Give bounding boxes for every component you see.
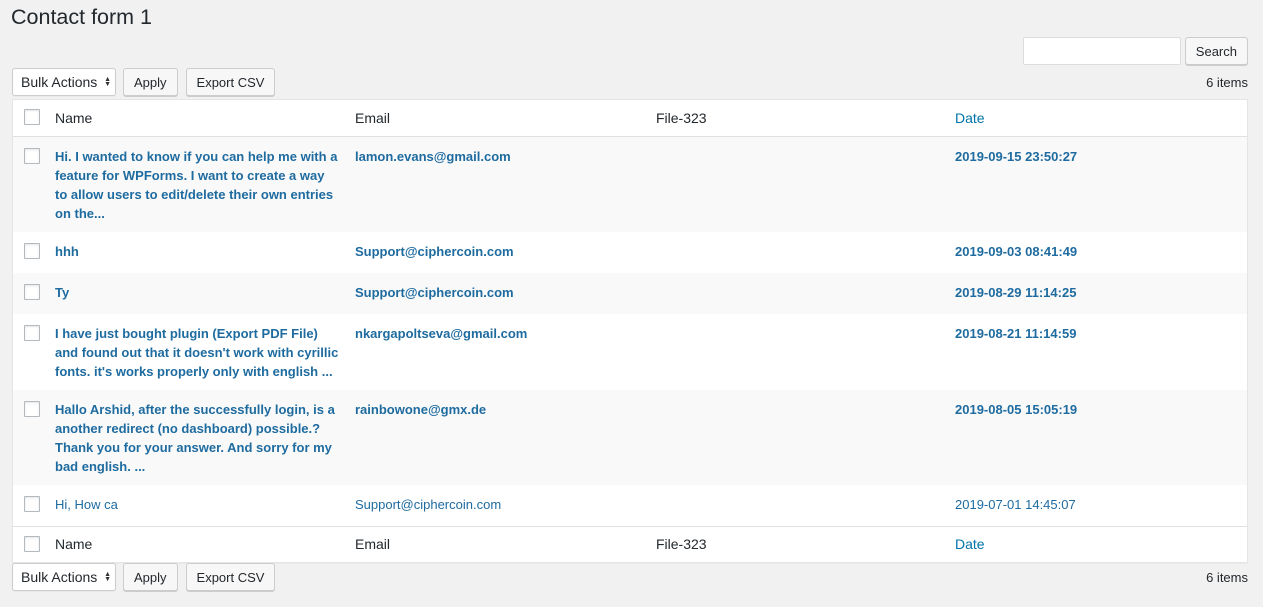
row-checkbox-cell	[13, 314, 55, 390]
entry-email-link[interactable]: Support@ciphercoin.com	[355, 497, 501, 512]
entry-date-link[interactable]: 2019-09-03 08:41:49	[955, 244, 1077, 259]
entry-name-link[interactable]: hhh	[55, 242, 355, 261]
table-row: Ty Support@ciphercoin.com 2019-08-29 11:14…	[13, 272, 1247, 314]
row-checkbox[interactable]	[24, 147, 40, 164]
email-cell: lamon.evans@gmail.com	[355, 136, 656, 232]
date-cell: 2019-07-01 14:45:07	[955, 485, 1247, 527]
row-checkbox[interactable]	[24, 495, 40, 512]
export-csv-button[interactable]: Export CSV	[185, 68, 276, 96]
entry-email-link[interactable]: rainbowone@gmx.de	[355, 402, 486, 417]
entry-date-link[interactable]: 2019-09-15 23:50:27	[955, 149, 1077, 164]
bulk-actions-select[interactable]: Bulk Actions ▲ ▼	[12, 68, 116, 96]
date-cell: 2019-08-21 11:14:59	[955, 314, 1247, 390]
select-all-checkbox-bottom[interactable]	[24, 535, 40, 552]
date-cell: 2019-08-29 11:14:25	[955, 273, 1247, 314]
entry-email-link[interactable]: Support@ciphercoin.com	[355, 244, 514, 259]
file-cell	[656, 485, 955, 527]
tablenav-top: Bulk Actions ▲ ▼ Apply Export CSV 6 items	[12, 68, 1248, 98]
table-row: Hi. I wanted to know if you can help me …	[13, 136, 1247, 232]
name-cell: Ty	[55, 273, 355, 314]
bulk-actions-label: Bulk Actions	[21, 74, 98, 90]
entry-name-link[interactable]: Hi, How ca	[55, 495, 355, 514]
name-cell: Hallo Arshid, after the successfully log…	[55, 390, 355, 485]
row-checkbox-cell	[13, 232, 55, 273]
page-title: Contact form 1	[11, 5, 152, 29]
entry-name-link[interactable]: Hi. I wanted to know if you can help me …	[55, 147, 355, 223]
export-csv-button-bottom[interactable]: Export CSV	[185, 563, 276, 591]
row-checkbox-cell	[13, 136, 55, 232]
file-cell	[656, 314, 955, 390]
apply-button[interactable]: Apply	[123, 68, 178, 96]
items-count: 6 items	[1206, 75, 1248, 90]
entry-name-link[interactable]: Ty	[55, 283, 355, 302]
email-cell: Support@ciphercoin.com	[355, 485, 656, 527]
row-checkbox-cell	[13, 273, 55, 314]
file-cell	[656, 390, 955, 485]
name-cell: Hi. I wanted to know if you can help me …	[55, 136, 355, 232]
column-footer-name: Name	[55, 536, 93, 553]
name-cell: Hi, How ca	[55, 485, 355, 527]
column-footer-file: File-323	[656, 536, 707, 553]
table-row: Hallo Arshid, after the successfully log…	[13, 389, 1247, 485]
table-row: hhh Support@ciphercoin.com 2019-09-03 08:4…	[13, 232, 1247, 273]
select-arrows-icon: ▲ ▼	[104, 571, 111, 583]
row-checkbox[interactable]	[24, 242, 40, 259]
entries-table: Name Email File-323 Date Hi. I wanted to…	[12, 99, 1248, 563]
entry-email-link[interactable]: lamon.evans@gmail.com	[355, 149, 511, 164]
email-cell: rainbowone@gmx.de	[355, 390, 656, 485]
date-cell: 2019-09-03 08:41:49	[955, 232, 1247, 273]
row-checkbox[interactable]	[24, 283, 40, 300]
apply-button-bottom[interactable]: Apply	[123, 563, 178, 591]
email-cell: Support@ciphercoin.com	[355, 232, 656, 273]
column-header-date[interactable]: Date	[955, 110, 985, 126]
table-row: I have just bought plugin (Export PDF Fi…	[13, 314, 1247, 390]
row-checkbox-cell	[13, 485, 55, 527]
file-cell	[656, 273, 955, 314]
table-header-row: Name Email File-323 Date	[13, 100, 1247, 136]
file-cell	[656, 232, 955, 273]
column-header-date-cell: Date	[955, 100, 1247, 136]
column-footer-date[interactable]: Date	[955, 536, 985, 552]
select-all-checkbox[interactable]	[24, 109, 40, 126]
search-input[interactable]	[1022, 37, 1181, 65]
file-cell	[656, 136, 955, 232]
email-cell: Support@ciphercoin.com	[355, 273, 656, 314]
column-header-file: File-323	[656, 109, 707, 126]
email-cell: nkargapoltseva@gmail.com	[355, 314, 656, 390]
entry-date-link[interactable]: 2019-08-05 15:05:19	[955, 402, 1077, 417]
column-footer-email: Email	[355, 536, 391, 553]
date-cell: 2019-08-05 15:05:19	[955, 390, 1247, 485]
name-cell: I have just bought plugin (Export PDF Fi…	[55, 314, 355, 390]
entry-date-link[interactable]: 2019-08-21 11:14:59	[955, 326, 1076, 341]
select-all-cell	[13, 100, 55, 136]
column-footer-date-cell: Date	[955, 526, 1247, 562]
bulk-actions-label-bottom: Bulk Actions	[21, 569, 98, 585]
name-cell: hhh	[55, 232, 355, 273]
entry-date-link[interactable]: 2019-07-01 14:45:07	[955, 497, 1076, 512]
entry-date-link[interactable]: 2019-08-29 11:14:25	[955, 285, 1076, 300]
items-count-bottom: 6 items	[1206, 570, 1248, 585]
row-checkbox[interactable]	[24, 400, 40, 417]
entry-email-link[interactable]: nkargapoltseva@gmail.com	[355, 326, 527, 341]
entry-name-link[interactable]: I have just bought plugin (Export PDF Fi…	[55, 324, 355, 381]
row-checkbox[interactable]	[24, 324, 40, 341]
tablenav-bottom: Bulk Actions ▲ ▼ Apply Export CSV 6 items	[12, 563, 1248, 593]
entry-email-link[interactable]: Support@ciphercoin.com	[355, 285, 514, 300]
column-header-email: Email	[355, 109, 391, 126]
select-all-cell-bottom	[13, 526, 55, 562]
table-row: Hi, How ca Support@ciphercoin.com 2019-07-…	[13, 485, 1247, 527]
bulk-actions-select-bottom[interactable]: Bulk Actions ▲ ▼	[12, 563, 116, 591]
table-footer-row: Name Email File-323 Date	[13, 526, 1247, 562]
column-header-name: Name	[55, 109, 93, 126]
select-arrows-icon: ▲ ▼	[104, 76, 111, 88]
row-checkbox-cell	[13, 390, 55, 485]
search-box: Search	[1022, 37, 1248, 65]
search-button[interactable]: Search	[1184, 37, 1248, 65]
entry-name-link[interactable]: Hallo Arshid, after the successfully log…	[55, 400, 355, 476]
date-cell: 2019-09-15 23:50:27	[955, 136, 1247, 232]
